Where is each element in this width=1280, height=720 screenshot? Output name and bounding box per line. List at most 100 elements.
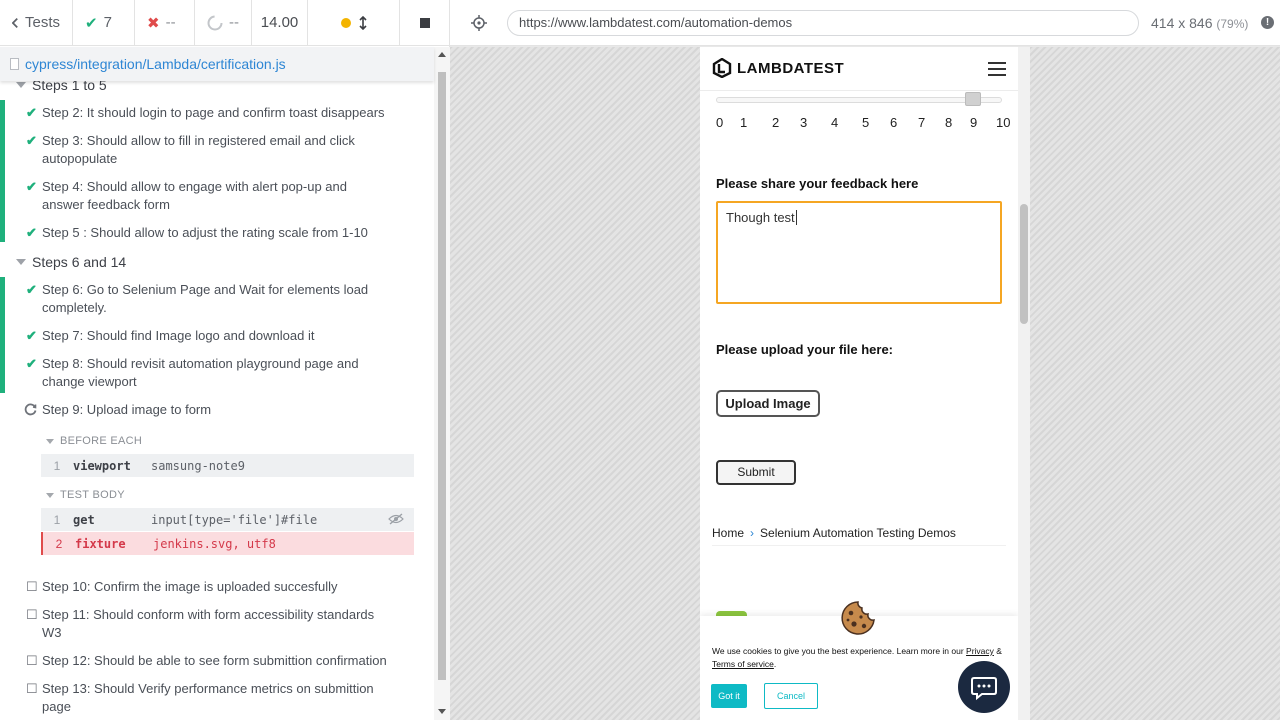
upload-image-button[interactable]: Upload Image <box>716 390 820 417</box>
submit-button[interactable]: Submit <box>716 460 796 485</box>
chat-button[interactable] <box>958 661 1010 713</box>
pending-count: -- <box>229 14 239 31</box>
breadcrumb-current: Selenium Automation Testing Demos <box>760 526 956 540</box>
step-label: Step 7: Should find Image logo and downl… <box>42 328 315 343</box>
checkbox-icon: ☐ <box>26 681 38 696</box>
chevron-left-icon <box>12 17 18 28</box>
site-header: LAMBDATEST <box>700 47 1018 91</box>
aut-url[interactable]: https://www.lambdatest.com/automation-de… <box>507 10 1139 36</box>
scroll-down-icon[interactable] <box>438 709 446 714</box>
brand-name: LAMBDATEST <box>737 59 845 77</box>
check-icon: ✔ <box>26 133 37 148</box>
chevron-right-icon: › <box>750 526 755 540</box>
passed-bar <box>0 220 5 242</box>
duration: 14.00 <box>252 0 308 45</box>
command-log: Steps 1 to 5 ✔ Step 2: It should login t… <box>0 76 434 720</box>
iframe-scroll-thumb[interactable] <box>1020 204 1028 324</box>
check-icon: ✔ <box>26 328 37 343</box>
passed-count: 7 <box>103 14 112 31</box>
command-name: viewport <box>73 458 131 473</box>
terms-link[interactable]: Terms of service <box>712 659 774 669</box>
step-label: Step 2: It should login to page and conf… <box>42 105 385 120</box>
reporter-scrollbar[interactable] <box>434 47 450 720</box>
suite-steps-6-14[interactable]: Steps 6 and 14 <box>16 254 126 270</box>
upload-label: Please upload your file here: <box>716 342 893 357</box>
cookie-end: . <box>773 659 777 669</box>
back-to-tests-button[interactable]: Tests <box>0 0 73 45</box>
info-icon[interactable]: ! <box>1261 16 1274 29</box>
passed-bar <box>0 351 5 393</box>
command-name: get <box>73 512 95 527</box>
rating-tick: 1 <box>740 115 748 130</box>
breadcrumb: Home › Selenium Automation Testing Demos <box>712 526 956 540</box>
selector-playground-icon[interactable] <box>471 15 487 31</box>
before-each-hook[interactable]: BEFORE EACH <box>46 435 142 447</box>
rating-tick: 6 <box>890 115 898 130</box>
iframe-scrollbar[interactable] <box>1018 47 1030 720</box>
rating-tick: 5 <box>862 115 870 130</box>
step-label: Step 13: Should Verify performance metri… <box>42 681 374 714</box>
divider <box>712 545 1006 546</box>
rating-tick: 4 <box>831 115 839 130</box>
caret-down-icon <box>46 438 54 444</box>
passed-stat: ✔ 7 <box>73 0 135 45</box>
step-label: Step 9: Upload image to form <box>42 402 212 417</box>
passed-bar <box>0 100 5 128</box>
passed-bar <box>0 323 5 351</box>
step-label: Step 10: Confirm the image is uploaded s… <box>42 579 338 594</box>
rating-tick: 3 <box>800 115 808 130</box>
step-label: Step 5 : Should allow to adjust the rati… <box>42 225 368 240</box>
spec-file-bar: cypress/integration/Lambda/certification… <box>0 47 434 81</box>
test-runner-pane: Tests ✔ 7 ✖ -- -- 14.00 cypress/integrat… <box>0 0 450 720</box>
runner-toolbar: Tests ✔ 7 ✖ -- -- 14.00 <box>0 0 450 46</box>
eye-off-icon[interactable] <box>388 513 404 525</box>
passed-bar <box>0 277 5 323</box>
command-viewport[interactable]: 1 viewport samsung-note9 <box>41 454 414 477</box>
rating-slider-thumb[interactable] <box>965 92 981 106</box>
viewport-size: 414 x 846 (79%) <box>1151 15 1248 31</box>
spec-file-link[interactable]: cypress/integration/Lambda/certification… <box>25 56 286 72</box>
command-name: fixture <box>75 536 126 551</box>
rating-tick: 2 <box>772 115 780 130</box>
passed-bar <box>0 128 5 174</box>
passed-bar <box>0 174 5 220</box>
scroll-controls[interactable] <box>308 0 400 45</box>
cookie-accept-button[interactable]: Got it <box>711 684 747 708</box>
step-label: Step 11: Should conform with form access… <box>42 607 375 640</box>
lambdatest-logo[interactable]: LAMBDATEST <box>712 58 844 78</box>
file-icon <box>10 58 19 70</box>
command-arg: jenkins.svg, utf8 <box>153 536 276 551</box>
checkbox-icon: ☐ <box>26 607 38 622</box>
cookie-message-text: We use cookies to give you the best expe… <box>712 646 967 656</box>
check-icon: ✔ <box>26 225 37 240</box>
check-icon: ✔ <box>26 282 37 297</box>
command-fixture[interactable]: 2 fixture jenkins.svg, utf8 <box>41 532 414 555</box>
test-body-hook[interactable]: TEST BODY <box>46 489 125 501</box>
scroll-up-icon[interactable] <box>438 52 446 57</box>
chat-bubble-icon <box>971 677 997 701</box>
menu-icon[interactable] <box>988 62 1006 76</box>
cookie-icon <box>841 601 875 635</box>
scroll-thumb[interactable] <box>438 72 446 680</box>
test-step-2[interactable]: ✔ Step 2: It should login to page and co… <box>0 100 420 128</box>
caret-down-icon <box>46 492 54 498</box>
cross-icon: ✖ <box>147 14 160 32</box>
command-get[interactable]: 1 get input[type='file']#file <box>41 508 414 531</box>
auto-scroll-icon[interactable] <box>358 15 367 30</box>
step-label: Step 3: Should allow to fill in register… <box>42 133 355 166</box>
cookie-cancel-button[interactable]: Cancel <box>764 683 818 709</box>
pending-stat: -- <box>195 0 252 45</box>
rating-slider-track[interactable] <box>716 97 1002 103</box>
rating-tick: 8 <box>945 115 953 130</box>
pending-circle-icon <box>207 15 223 30</box>
caret-down-icon <box>16 259 26 265</box>
breadcrumb-home[interactable]: Home <box>712 526 744 540</box>
feedback-textarea[interactable]: Though test <box>716 201 1002 304</box>
stop-button[interactable] <box>400 0 450 45</box>
running-indicator-icon <box>340 17 351 28</box>
privacy-link[interactable]: Privacy <box>966 646 994 656</box>
text-cursor <box>795 210 797 225</box>
step-label: Step 4: Should allow to engage with aler… <box>42 179 347 212</box>
hook-label: BEFORE EACH <box>60 435 143 447</box>
rating-tick: 10 <box>996 115 1011 130</box>
